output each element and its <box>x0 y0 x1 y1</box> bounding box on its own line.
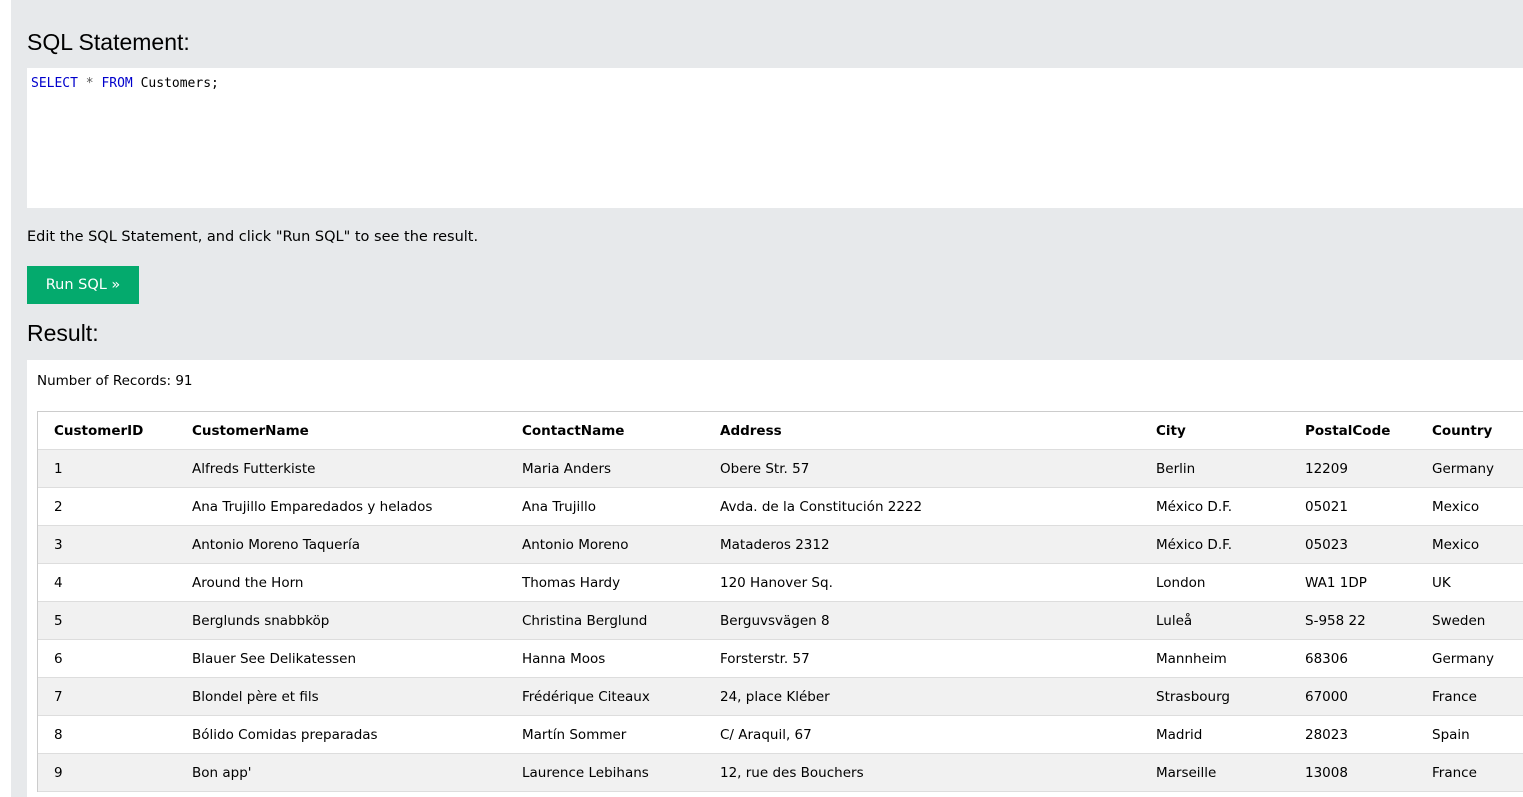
table-cell: 8 <box>38 715 176 754</box>
table-cell: Ana Trujillo Emparedados y helados <box>176 487 506 526</box>
table-cell: Bon app' <box>176 753 506 792</box>
table-cell: Mexico <box>1416 525 1523 564</box>
sql-statement-heading: SQL Statement: <box>27 29 190 55</box>
column-header: CustomerName <box>176 412 506 450</box>
table-name: Customers; <box>140 76 219 91</box>
table-cell: Sweden <box>1416 601 1523 640</box>
table-cell: Blauer See Delikatessen <box>176 639 506 678</box>
column-header: ContactName <box>506 412 704 450</box>
table-row: 9 Bon app' Laurence Lebihans 12, rue des Bo… <box>38 753 1523 792</box>
column-header: CustomerID <box>38 412 176 450</box>
table-cell: 4 <box>38 563 176 602</box>
result-table-body: 1 Alfreds Futterkiste Maria Anders Obere St… <box>38 449 1523 792</box>
table-cell: México D.F. <box>1140 525 1289 564</box>
table-cell: France <box>1416 677 1523 716</box>
table-cell: London <box>1140 563 1289 602</box>
keyword-select: SELECT <box>31 76 78 91</box>
table-cell: Martín Sommer <box>506 715 704 754</box>
table-cell: Mexico <box>1416 487 1523 526</box>
table-row: 6 Blauer See Delikatessen Hanna Moos Forste… <box>38 639 1523 678</box>
result-table-wrapper: CustomerID CustomerName ContactName Addr… <box>37 411 1523 792</box>
table-cell: Maria Anders <box>506 449 704 488</box>
table-cell: Christina Berglund <box>506 601 704 640</box>
table-cell: UK <box>1416 563 1523 602</box>
table-cell: 68306 <box>1289 639 1416 678</box>
column-header: Address <box>704 412 1140 450</box>
keyword-from: FROM <box>101 76 133 91</box>
table-cell: Avda. de la Constitución 2222 <box>704 487 1140 526</box>
result-heading: Result: <box>27 320 99 346</box>
table-cell: Obere Str. 57 <box>704 449 1140 488</box>
table-cell: Madrid <box>1140 715 1289 754</box>
table-row: 1 Alfreds Futterkiste Maria Anders Obere St… <box>38 449 1523 488</box>
table-cell: Ana Trujillo <box>506 487 704 526</box>
table-cell: 9 <box>38 753 176 792</box>
table-cell: 120 Hanover Sq. <box>704 563 1140 602</box>
result-table: CustomerID CustomerName ContactName Addr… <box>38 412 1523 792</box>
table-cell: Hanna Moos <box>506 639 704 678</box>
table-cell: 12, rue des Bouchers <box>704 753 1140 792</box>
table-cell: Berlin <box>1140 449 1289 488</box>
table-header-row: CustomerID CustomerName ContactName Addr… <box>38 412 1523 450</box>
left-margin <box>0 0 11 797</box>
table-cell: 2 <box>38 487 176 526</box>
table-cell: 28023 <box>1289 715 1416 754</box>
table-cell: 7 <box>38 677 176 716</box>
table-cell: WA1 1DP <box>1289 563 1416 602</box>
table-cell: 05021 <box>1289 487 1416 526</box>
code-line[interactable]: SELECT * FROM Customers; <box>31 76 219 92</box>
page: SQL Statement: SELECT * FROM Customers; … <box>0 0 1523 797</box>
table-cell: C/ Araquil, 67 <box>704 715 1140 754</box>
table-cell: 13008 <box>1289 753 1416 792</box>
table-cell: 3 <box>38 525 176 564</box>
table-row: 8 Bólido Comidas preparadas Martín Sommer C… <box>38 715 1523 754</box>
table-cell: Frédérique Citeaux <box>506 677 704 716</box>
table-cell: Antonio Moreno <box>506 525 704 564</box>
column-header: City <box>1140 412 1289 450</box>
column-header: PostalCode <box>1289 412 1416 450</box>
table-cell: 05023 <box>1289 525 1416 564</box>
instruction-text: Edit the SQL Statement, and click "Run S… <box>27 229 479 245</box>
result-panel: Number of Records: 91 CustomerID Custome… <box>27 360 1523 797</box>
table-cell: 6 <box>38 639 176 678</box>
table-cell: Around the Horn <box>176 563 506 602</box>
column-header: Country <box>1416 412 1523 450</box>
table-row: 7 Blondel père et fils Frédérique Citeaux 2… <box>38 677 1523 716</box>
table-cell: Forsterstr. 57 <box>704 639 1140 678</box>
table-cell: Bólido Comidas preparadas <box>176 715 506 754</box>
table-cell: Laurence Lebihans <box>506 753 704 792</box>
table-cell: Germany <box>1416 639 1523 678</box>
record-count: Number of Records: 91 <box>37 373 193 389</box>
table-cell: 67000 <box>1289 677 1416 716</box>
table-cell: Antonio Moreno Taquería <box>176 525 506 564</box>
table-cell: Germany <box>1416 449 1523 488</box>
run-sql-button[interactable]: Run SQL » <box>27 266 139 304</box>
table-cell: Marseille <box>1140 753 1289 792</box>
table-cell: Berguvsvägen 8 <box>704 601 1140 640</box>
operator-star: * <box>85 76 94 91</box>
table-row: 3 Antonio Moreno Taquería Antonio Moreno Ma… <box>38 525 1523 564</box>
table-cell: Blondel père et fils <box>176 677 506 716</box>
table-cell: France <box>1416 753 1523 792</box>
table-cell: Alfreds Futterkiste <box>176 449 506 488</box>
table-row: 2 Ana Trujillo Emparedados y helados Ana T… <box>38 487 1523 526</box>
table-cell: 24, place Kléber <box>704 677 1140 716</box>
table-cell: Strasbourg <box>1140 677 1289 716</box>
table-cell: 1 <box>38 449 176 488</box>
table-cell: S-958 22 <box>1289 601 1416 640</box>
sql-editor[interactable]: SELECT * FROM Customers; <box>27 68 1523 208</box>
table-cell: Spain <box>1416 715 1523 754</box>
table-cell: Thomas Hardy <box>506 563 704 602</box>
table-cell: México D.F. <box>1140 487 1289 526</box>
table-cell: Mannheim <box>1140 639 1289 678</box>
table-cell: Luleå <box>1140 601 1289 640</box>
table-cell: 5 <box>38 601 176 640</box>
table-row: 5 Berglunds snabbköp Christina Berglund Ber… <box>38 601 1523 640</box>
table-cell: 12209 <box>1289 449 1416 488</box>
table-row: 4 Around the Horn Thomas Hardy 120 Hanover … <box>38 563 1523 602</box>
table-cell: Berglunds snabbköp <box>176 601 506 640</box>
table-cell: Mataderos 2312 <box>704 525 1140 564</box>
